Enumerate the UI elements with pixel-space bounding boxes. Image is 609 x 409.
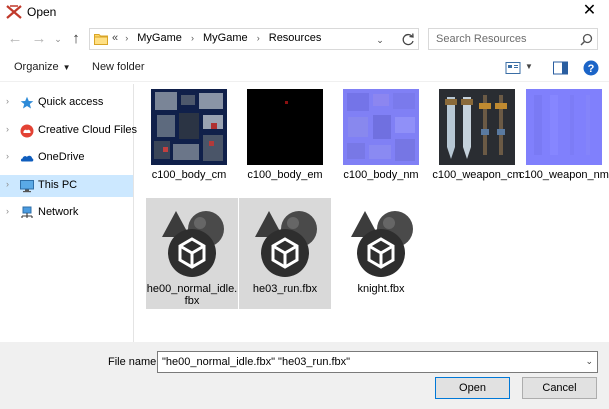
breadcrumb-overflow[interactable]: « [112,32,118,44]
file-item[interactable]: c100_weapon_cm [431,84,523,194]
cloud-icon [20,155,34,162]
file-name: c100_body_em [247,169,323,181]
texture-thumbnail [526,89,602,165]
file-name-dropdown-button[interactable]: ⌄ [585,356,593,367]
breadcrumb: « › MyGame › MyGame › Resources [112,32,321,44]
up-button[interactable]: ↑ [67,30,85,48]
fbx-model-icon [255,211,317,277]
command-bar: Organize ▼ New folder ▼ ? [0,56,609,82]
cancel-button[interactable]: Cancel [522,377,597,399]
file-name: he00_normal_idle.fbx [146,283,238,307]
search-icon[interactable] [580,33,593,46]
computer-icon [20,180,34,193]
file-name: c100_weapon_cm [432,169,522,181]
sidebar-item-this-pc[interactable]: › This PC [0,175,133,197]
sidebar-item-label: This PC [38,179,78,191]
file-item[interactable]: c100_body_em [239,84,331,194]
address-dropdown-button[interactable]: ⌄ [373,32,387,48]
expand-chevron-icon[interactable]: › [6,151,9,161]
preview-pane-icon[interactable] [553,61,568,75]
texture-thumbnail [151,89,227,165]
window-title: Open [27,5,57,19]
fbx-model-icon [162,211,224,277]
breadcrumb-item[interactable]: MyGame [203,32,248,44]
folder-icon [94,34,108,45]
file-name-value[interactable]: "he00_normal_idle.fbx" "he03_run.fbx" [162,356,350,368]
navigation-pane: › Quick access › Creative Cloud Files › … [0,84,137,342]
file-item[interactable]: c100_body_nm [335,84,427,194]
file-name-label: File name: [108,356,160,368]
texture-thumbnail [247,89,323,165]
sidebar-item-label: Quick access [38,96,104,108]
close-button[interactable]: ✕ [570,0,609,24]
view-options-dropdown[interactable]: ▼ [525,62,533,71]
expand-chevron-icon[interactable]: › [6,96,9,106]
creative-cloud-icon [20,124,34,138]
dialog-footer: File name: "he00_normal_idle.fbx" "he03_… [0,342,609,409]
sidebar-item-label: Network [38,206,79,218]
organize-button[interactable]: Organize ▼ [14,61,71,73]
sidebar-item-creative-cloud[interactable]: › Creative Cloud Files [0,120,137,142]
breadcrumb-separator[interactable]: › [191,33,194,43]
sidebar-item-label: Creative Cloud Files [38,124,138,136]
title-bar: Open ✕ [0,0,609,24]
open-button[interactable]: Open [435,377,510,399]
recent-locations-button[interactable]: ⌄ [52,30,64,48]
fbx-model-icon [351,211,413,277]
search-box[interactable]: Search Resources [428,28,598,50]
file-name: c100_body_nm [343,169,419,181]
expand-chevron-icon[interactable]: › [6,179,9,189]
breadcrumb-separator[interactable]: › [125,33,128,43]
caret-down-icon: ▼ [62,63,71,72]
new-folder-button[interactable]: New folder [92,61,145,73]
sidebar-item-onedrive[interactable]: › OneDrive [0,147,133,169]
file-name: c100_body_cm [151,169,227,181]
navigation-row: ← → ⌄ ↑ « › MyGame › MyGame › Resources … [0,26,609,52]
breadcrumb-item[interactable]: Resources [269,32,322,44]
search-input[interactable]: Search Resources [436,33,527,45]
sidebar-item-quick-access[interactable]: › Quick access [0,92,133,114]
address-bar[interactable]: « › MyGame › MyGame › Resources ⌄ [89,28,419,50]
network-icon [21,206,33,218]
change-view-icon[interactable] [505,61,521,75]
breadcrumb-item[interactable]: MyGame [137,32,182,44]
file-name: he03_run.fbx [252,283,318,295]
file-item[interactable]: c100_weapon_nm [518,84,609,194]
back-button[interactable]: ← [6,30,24,48]
file-name: knight.fbx [357,283,405,295]
file-item[interactable]: he00_normal_idle.fbx [146,198,238,309]
file-item[interactable]: c100_body_cm [143,84,235,194]
sidebar-item-label: OneDrive [38,151,85,163]
forward-button[interactable]: → [30,30,48,48]
help-icon[interactable]: ? [583,60,599,76]
organize-label: Organize [14,61,59,73]
file-name-field[interactable]: "he00_normal_idle.fbx" "he03_run.fbx" ⌄ [157,351,598,373]
file-name: c100_weapon_nm [519,169,609,181]
svg-text:?: ? [588,63,595,75]
app-icon [6,5,22,19]
texture-thumbnail [439,89,515,165]
file-item[interactable]: knight.fbx [335,198,427,309]
expand-chevron-icon[interactable]: › [6,124,9,134]
file-list: c100_body_cm c100_body_em c100_body_nm c… [135,84,609,342]
texture-thumbnail [343,89,419,165]
refresh-icon[interactable] [400,32,416,48]
breadcrumb-separator[interactable]: › [257,33,260,43]
expand-chevron-icon[interactable]: › [6,206,9,216]
star-icon [20,96,34,109]
file-item[interactable]: he03_run.fbx [239,198,331,309]
sidebar-item-network[interactable]: › Network [0,202,133,224]
